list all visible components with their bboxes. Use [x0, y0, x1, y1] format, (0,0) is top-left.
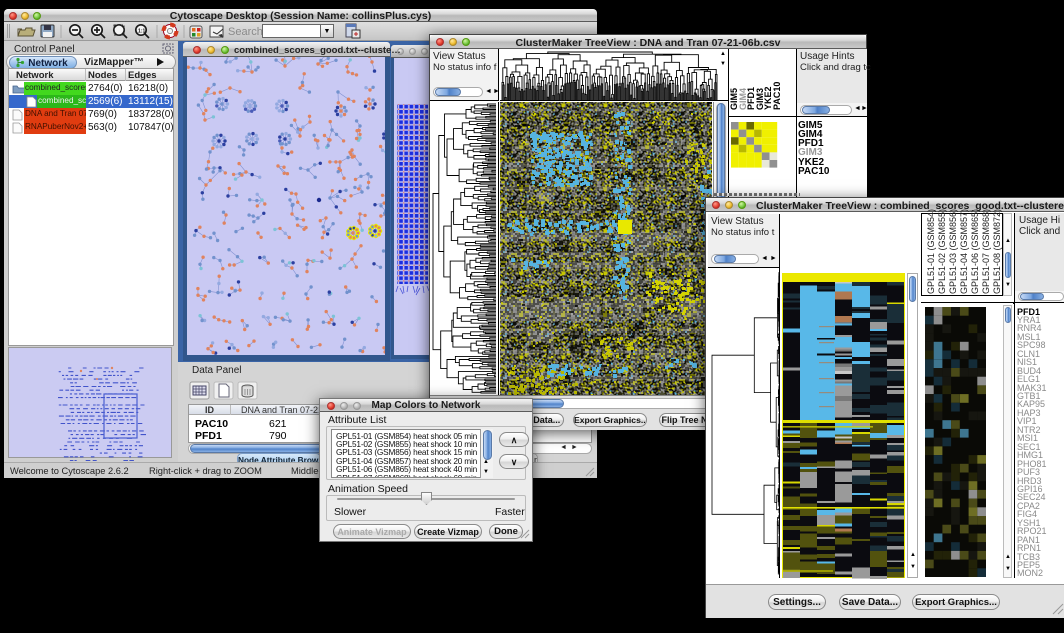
- svg-text:Search:: Search:: [228, 26, 266, 38]
- svg-text:1:1: 1:1: [138, 29, 145, 35]
